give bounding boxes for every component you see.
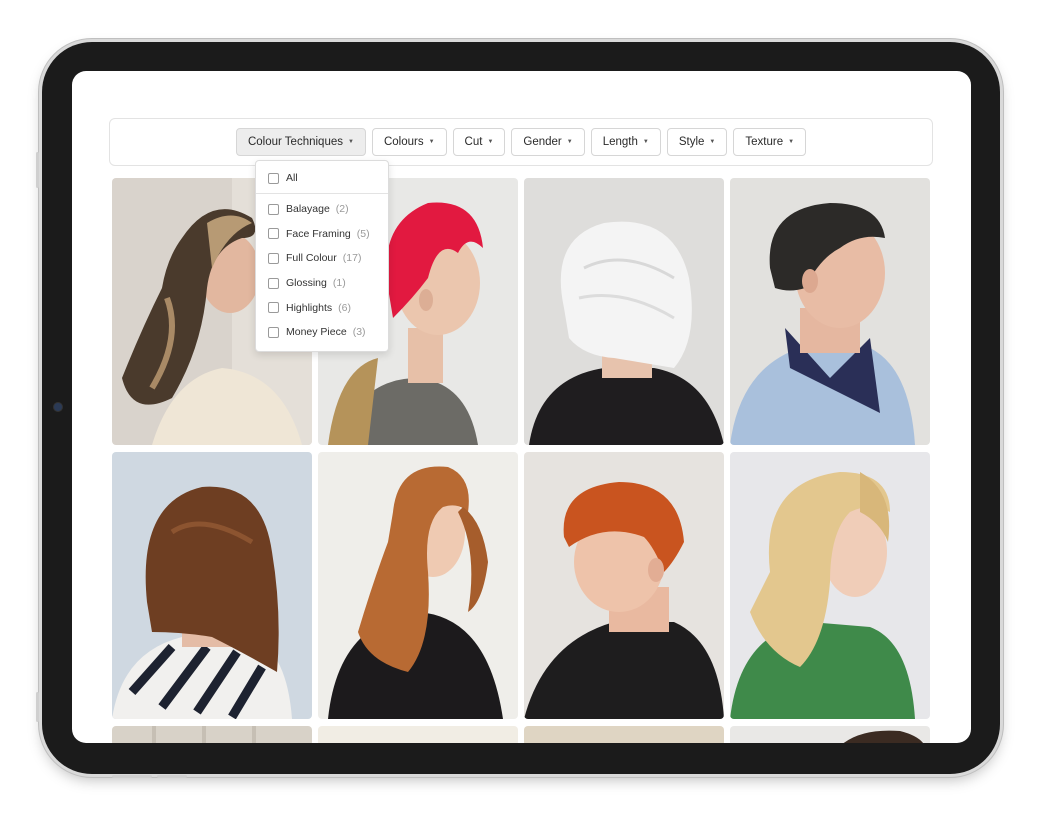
gallery-photo-blonde-layers[interactable] xyxy=(730,452,930,719)
option-label: All xyxy=(286,172,298,184)
gallery-photo-row3-3[interactable] xyxy=(524,726,724,743)
option-count: (5) xyxy=(356,227,370,240)
top-button-2 xyxy=(157,775,187,778)
filter-colour-techniques-button[interactable]: Colour Techniques ▼ xyxy=(235,128,366,156)
filter-label: Style xyxy=(678,136,705,148)
gallery-photo-brown-blunt-bob[interactable] xyxy=(112,452,312,719)
caret-down-icon: ▼ xyxy=(487,139,494,145)
top-button xyxy=(112,775,152,778)
option-count: (6) xyxy=(338,301,351,314)
gallery-photo-row3-1[interactable] xyxy=(112,726,312,743)
filter-label: Length xyxy=(602,136,638,148)
dropdown-option-all[interactable]: All xyxy=(256,165,388,191)
dropdown-option-glossing[interactable]: Glossing (1) xyxy=(256,271,388,296)
checkbox-icon[interactable] xyxy=(268,203,279,215)
photo-partial-icon xyxy=(112,726,312,743)
checkbox-icon[interactable] xyxy=(268,277,279,289)
option-count: (2) xyxy=(335,203,349,216)
gallery-photo-dark-short-cut[interactable] xyxy=(730,178,930,445)
dropdown-option-highlights[interactable]: Highlights (6) xyxy=(256,295,388,320)
filter-gender-button[interactable]: Gender ▼ xyxy=(511,128,585,156)
option-count: (17) xyxy=(342,252,362,265)
checkbox-icon[interactable] xyxy=(268,172,279,184)
photo-brown-blunt-bob-icon xyxy=(112,452,312,719)
gallery-photo-row3-4[interactable] xyxy=(730,726,930,743)
checkbox-icon[interactable] xyxy=(268,252,279,264)
caret-down-icon: ▼ xyxy=(566,139,573,145)
checkbox-icon[interactable] xyxy=(268,228,279,240)
filter-length-button[interactable]: Length ▼ xyxy=(590,128,661,156)
filter-texture-button[interactable]: Texture ▼ xyxy=(733,128,807,156)
filter-label: Colours xyxy=(383,136,424,148)
caret-down-icon: ▼ xyxy=(788,139,795,145)
filter-label: Colour Techniques xyxy=(247,136,343,148)
dropdown-option-full-colour[interactable]: Full Colour (17) xyxy=(256,246,388,271)
checkbox-icon[interactable] xyxy=(268,326,279,338)
option-count: (3) xyxy=(352,326,366,339)
photo-partial-icon xyxy=(318,726,518,743)
filter-label: Cut xyxy=(464,136,483,148)
filter-colours-button[interactable]: Colours ▼ xyxy=(371,128,447,156)
caret-down-icon: ▼ xyxy=(428,139,435,145)
option-label: Money Piece xyxy=(286,326,347,339)
caret-down-icon: ▼ xyxy=(347,139,354,145)
gallery-photo-copper-crop[interactable] xyxy=(524,452,724,719)
photo-copper-long-layers-icon xyxy=(318,452,518,719)
option-label: Glossing xyxy=(286,277,327,290)
photo-partial-icon xyxy=(730,726,930,743)
tablet-device-frame: Colour Techniques ▼ Colours ▼ Cut ▼ Gend… xyxy=(36,42,1000,778)
option-label: Full Colour xyxy=(286,252,337,265)
option-count: (1) xyxy=(332,277,346,290)
filter-label: Gender xyxy=(523,136,562,148)
divider xyxy=(256,193,388,194)
filter-cut-button[interactable]: Cut ▼ xyxy=(452,128,506,156)
filter-label: Texture xyxy=(745,136,784,148)
volume-button xyxy=(36,692,39,722)
dropdown-option-money-piece[interactable]: Money Piece (3) xyxy=(256,320,388,345)
photo-white-bob-icon xyxy=(524,178,724,445)
photo-dark-short-cut-icon xyxy=(730,178,930,445)
caret-down-icon: ▼ xyxy=(642,139,649,145)
filter-bar: Colour Techniques ▼ Colours ▼ Cut ▼ Gend… xyxy=(109,118,933,166)
dropdown-option-balayage[interactable]: Balayage (2) xyxy=(256,197,388,222)
gallery-photo-copper-long-layers[interactable] xyxy=(318,452,518,719)
screen: Colour Techniques ▼ Colours ▼ Cut ▼ Gend… xyxy=(72,71,971,743)
option-label: Face Framing xyxy=(286,227,351,240)
dropdown-option-face-framing[interactable]: Face Framing (5) xyxy=(256,222,388,247)
option-label: Highlights xyxy=(286,301,333,314)
photo-partial-icon xyxy=(524,726,724,743)
caret-down-icon: ▼ xyxy=(709,139,716,145)
front-camera-icon xyxy=(54,403,62,411)
filter-style-button[interactable]: Style ▼ xyxy=(666,128,728,156)
photo-blonde-layers-icon xyxy=(730,452,930,719)
gallery-photo-row3-2[interactable] xyxy=(318,726,518,743)
side-button xyxy=(36,152,39,188)
option-label: Balayage xyxy=(286,203,330,216)
colour-techniques-dropdown: All Balayage (2) Face Framing (5) Full C… xyxy=(255,160,389,352)
photo-copper-crop-icon xyxy=(524,452,724,719)
checkbox-icon[interactable] xyxy=(268,302,279,314)
gallery-photo-white-bob[interactable] xyxy=(524,178,724,445)
